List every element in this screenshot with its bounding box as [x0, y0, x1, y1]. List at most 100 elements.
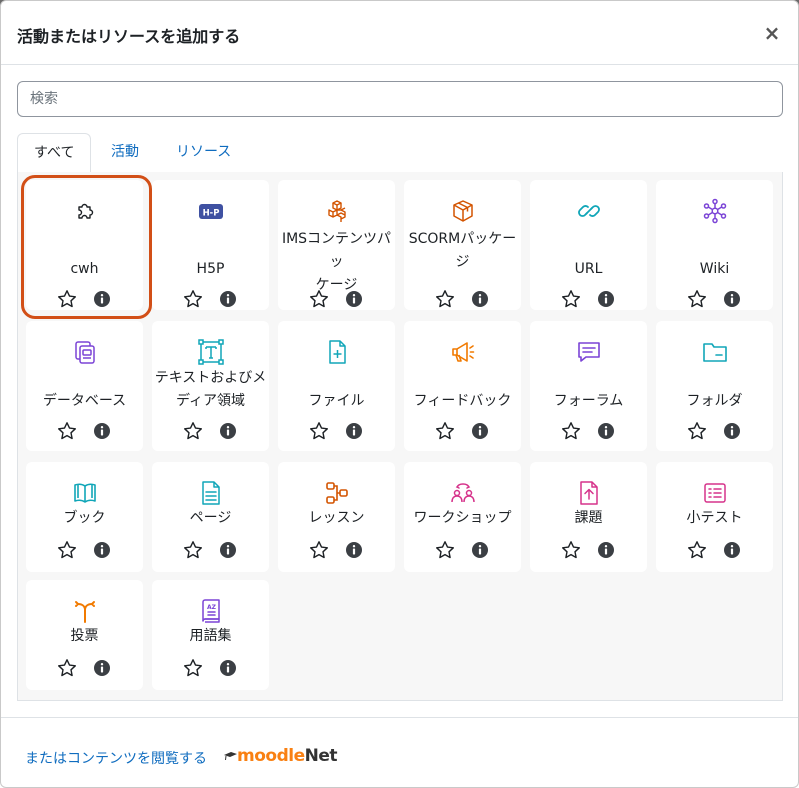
activity-label: Wiki — [699, 261, 730, 277]
star-icon[interactable] — [561, 540, 581, 560]
folder-icon — [702, 339, 728, 365]
star-icon[interactable] — [435, 289, 455, 309]
logo-net-text: Net — [304, 746, 338, 766]
info-icon[interactable] — [345, 290, 363, 308]
info-icon[interactable] — [723, 422, 741, 440]
activity-card[interactable]: 小テスト — [656, 462, 773, 572]
star-icon[interactable] — [57, 289, 77, 309]
info-icon[interactable] — [723, 290, 741, 308]
activity-card[interactable]: ブック — [26, 462, 143, 572]
browse-content-link[interactable]: またはコンテンツを閲覧する — [25, 748, 207, 768]
star-icon[interactable] — [57, 540, 77, 560]
activity-card[interactable]: レッスン — [278, 462, 395, 572]
modal-footer: またはコンテンツを閲覧する moodle Net — [1, 717, 798, 787]
tab-all[interactable]: すべて — [17, 133, 92, 174]
activity-card[interactable]: データベース — [26, 321, 143, 451]
activity-label: ページ — [189, 510, 232, 526]
star-icon[interactable] — [435, 421, 455, 441]
activity-label: フォルダ — [686, 393, 743, 409]
activity-card[interactable]: URL — [530, 180, 647, 310]
activity-card[interactable]: cwh — [26, 180, 143, 310]
star-icon[interactable] — [57, 421, 77, 441]
info-icon[interactable] — [471, 422, 489, 440]
info-icon[interactable] — [219, 659, 237, 677]
star-icon[interactable] — [309, 289, 329, 309]
info-icon[interactable] — [93, 422, 111, 440]
activity-card[interactable]: Wiki — [656, 180, 773, 310]
database-icon — [72, 339, 98, 365]
activity-label: フィードバック — [413, 393, 512, 409]
activity-label: テキストおよびメ ディア領域 — [154, 370, 267, 409]
activity-card[interactable]: 投票 — [26, 580, 143, 690]
activity-card[interactable]: フィードバック — [404, 321, 521, 451]
star-icon[interactable] — [183, 540, 203, 560]
info-icon[interactable] — [597, 541, 615, 559]
star-icon[interactable] — [561, 421, 581, 441]
star-icon[interactable] — [687, 540, 707, 560]
star-icon[interactable] — [435, 540, 455, 560]
activity-label: 用語集 — [189, 628, 232, 644]
svg-text:H-P: H-P — [203, 209, 220, 219]
workshop-icon — [450, 480, 476, 506]
activity-label: URL — [574, 261, 603, 277]
star-icon[interactable] — [687, 289, 707, 309]
megaphone-icon — [450, 339, 476, 365]
link-icon — [576, 198, 602, 224]
activity-card[interactable]: フォルダ — [656, 321, 773, 451]
star-icon[interactable] — [561, 289, 581, 309]
star-icon[interactable] — [687, 421, 707, 441]
activity-card[interactable]: H-P H5P — [152, 180, 269, 310]
info-icon[interactable] — [93, 659, 111, 677]
info-icon[interactable] — [219, 290, 237, 308]
info-icon[interactable] — [471, 290, 489, 308]
star-icon[interactable] — [183, 289, 203, 309]
star-icon[interactable] — [57, 658, 77, 678]
activity-card[interactable]: ページ — [152, 462, 269, 572]
moodlenet-logo[interactable]: moodle Net — [223, 744, 338, 768]
logo-moodle-text: moodle — [237, 746, 305, 766]
activity-card[interactable]: ファイル — [278, 321, 395, 451]
cubes-icon — [324, 198, 350, 224]
assignment-icon — [576, 480, 602, 506]
info-icon[interactable] — [93, 290, 111, 308]
info-icon[interactable] — [345, 422, 363, 440]
info-icon[interactable] — [597, 290, 615, 308]
star-icon[interactable] — [183, 421, 203, 441]
activity-label: レッスン — [308, 510, 365, 526]
activity-card[interactable]: フォーラム — [530, 321, 647, 451]
activity-label: H5P — [196, 261, 225, 277]
tab-activities[interactable]: 活動 — [95, 133, 155, 173]
tab-resources[interactable]: リソース — [160, 133, 247, 173]
info-icon[interactable] — [219, 541, 237, 559]
activity-label: cwh — [70, 261, 99, 277]
activity-card[interactable]: 課題 — [530, 462, 647, 572]
mortarboard-icon — [224, 752, 237, 761]
activity-card[interactable]: テキストおよびメ ディア領域 — [152, 321, 269, 451]
activity-card[interactable]: AZ 用語集 — [152, 580, 269, 690]
page-icon — [198, 480, 224, 506]
info-icon[interactable] — [471, 541, 489, 559]
file-add-icon — [324, 339, 350, 365]
close-button[interactable]: × — [762, 23, 782, 43]
info-icon[interactable] — [597, 422, 615, 440]
star-icon[interactable] — [309, 421, 329, 441]
activity-card[interactable]: IMSコンテンツパッ ケージ — [278, 180, 395, 310]
activity-card[interactable]: ワークショップ — [404, 462, 521, 572]
info-icon[interactable] — [723, 541, 741, 559]
add-activity-modal: 活動またはリソースを追加する × すべて 活動 リソース cwh H-P H5P IM… — [0, 0, 799, 788]
activity-card[interactable]: SCORMパッケージ — [404, 180, 521, 310]
activity-grid: cwh H-P H5P IMSコンテンツパッ ケージ SCORMパッケージ URL Wiki デ… — [17, 172, 783, 701]
info-icon[interactable] — [345, 541, 363, 559]
star-icon[interactable] — [183, 658, 203, 678]
info-icon[interactable] — [93, 541, 111, 559]
text-media-icon — [198, 339, 224, 365]
search-input[interactable] — [17, 81, 783, 117]
h5p-icon: H-P — [198, 198, 224, 224]
lesson-icon — [324, 480, 350, 506]
star-icon[interactable] — [309, 540, 329, 560]
activity-label: 課題 — [574, 510, 603, 526]
info-icon[interactable] — [219, 422, 237, 440]
activity-label: IMSコンテンツパッ ケージ — [281, 231, 392, 293]
activity-label: データベース — [42, 393, 127, 409]
tab-bar: すべて 活動 リソース — [17, 133, 783, 174]
